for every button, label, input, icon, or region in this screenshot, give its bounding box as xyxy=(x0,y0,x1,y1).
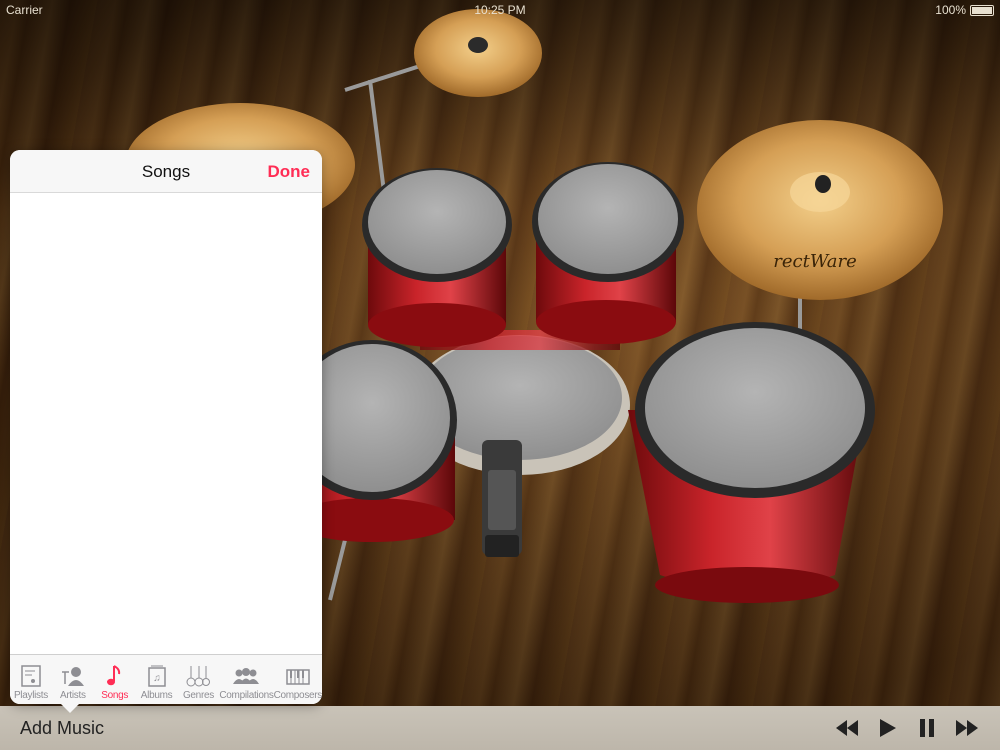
tom-left[interactable] xyxy=(362,168,512,347)
playback-controls xyxy=(834,717,980,739)
tab-playlists[interactable]: Playlists xyxy=(10,655,52,704)
songs-popover: Songs Done Playlists Artists Songs ♫ Alb… xyxy=(10,150,322,713)
tab-songs[interactable]: Songs xyxy=(94,655,136,704)
cymbal-brand-text: rectWare xyxy=(773,251,857,272)
tom-right[interactable] xyxy=(532,162,684,344)
popover-header: Songs Done xyxy=(10,150,322,193)
battery-indicator: 100% xyxy=(935,3,994,17)
status-bar: Carrier 10:25 PM 100% xyxy=(0,0,1000,20)
bass-pedal[interactable] xyxy=(482,440,522,557)
bottom-toolbar: Add Music xyxy=(0,706,1000,750)
tab-composers[interactable]: Composers xyxy=(274,655,322,704)
tab-label: Composers xyxy=(273,690,323,701)
floor-tom-right[interactable] xyxy=(628,322,875,603)
popover-tab-bar: Playlists Artists Songs ♫ Albums Genres … xyxy=(10,654,322,704)
play-icon[interactable] xyxy=(874,717,900,739)
tab-label: Compilations xyxy=(219,690,274,701)
tab-albums[interactable]: ♫ Albums xyxy=(136,655,178,704)
add-music-button[interactable]: Add Music xyxy=(20,718,104,739)
composers-icon xyxy=(286,669,310,685)
battery-icon xyxy=(970,4,994,16)
genres-icon xyxy=(186,666,211,687)
popover-arrow xyxy=(60,703,80,713)
note-icon xyxy=(106,665,120,686)
battery-percentage: 100% xyxy=(935,3,966,17)
svg-text:♫: ♫ xyxy=(153,673,161,684)
tab-compilations[interactable]: Compilations xyxy=(219,655,274,704)
fast-forward-icon[interactable] xyxy=(954,717,980,739)
clock: 10:25 PM xyxy=(474,3,526,17)
playlists-icon xyxy=(21,665,41,687)
songs-list[interactable] xyxy=(10,193,322,655)
tab-genres[interactable]: Genres xyxy=(178,655,220,704)
splash-cymbal[interactable] xyxy=(414,9,542,97)
pause-icon[interactable] xyxy=(914,717,940,739)
tab-label: Albums xyxy=(140,690,173,701)
artists-icon xyxy=(61,667,84,686)
tab-label: Songs xyxy=(101,690,129,701)
albums-icon: ♫ xyxy=(147,665,166,687)
tab-label: Artists xyxy=(59,690,86,701)
tab-artists[interactable]: Artists xyxy=(52,655,94,704)
tab-label: Playlists xyxy=(13,690,48,701)
done-button[interactable]: Done xyxy=(268,162,311,182)
compilations-icon xyxy=(233,668,260,684)
rewind-icon[interactable] xyxy=(834,717,860,739)
ride-cymbal[interactable]: rectWare xyxy=(697,120,943,300)
tab-label: Genres xyxy=(182,690,214,701)
